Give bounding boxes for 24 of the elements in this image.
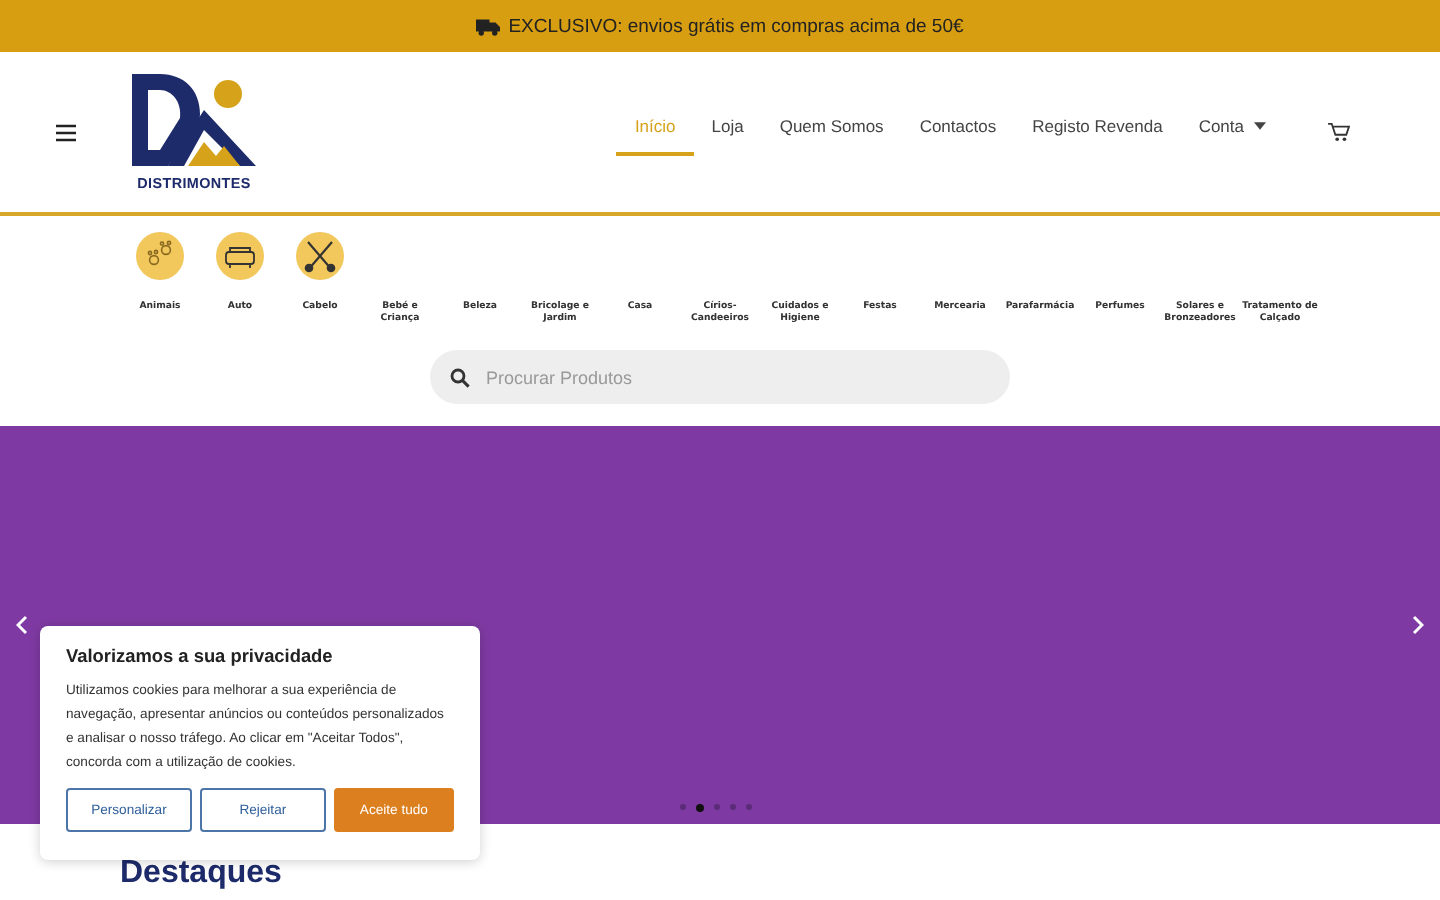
carousel-dot[interactable]	[730, 804, 736, 811]
truck-icon	[476, 17, 501, 35]
caret-icon	[1254, 122, 1266, 130]
nav-link[interactable]: Loja	[693, 108, 762, 156]
nav-link[interactable]: Contactos	[901, 108, 1015, 156]
search-input[interactable]: Procurar Produtos	[482, 365, 990, 390]
carousel-dot[interactable]	[680, 804, 686, 811]
nav-link[interactable]: Conta	[1180, 108, 1284, 156]
section-heading: Destaques	[120, 856, 284, 891]
nav-link[interactable]: Quem Somos	[761, 108, 902, 156]
cart-icon[interactable]	[1328, 122, 1350, 142]
paw-icon[interactable]	[136, 232, 184, 280]
promo-text: EXCLUSIVO: envios grátis em compras acima de 50€	[508, 15, 964, 37]
carousel-dot[interactable]	[696, 803, 704, 812]
menu-icon[interactable]	[56, 123, 76, 141]
search-field[interactable]: Procurar Produtos	[430, 350, 1010, 405]
sofa-icon[interactable]	[216, 232, 264, 280]
carousel-dot[interactable]	[714, 804, 720, 811]
nav-link[interactable]: Registo Revenda	[1014, 108, 1181, 156]
cookie-title: Valorizamos a sua privacidade	[66, 646, 335, 666]
carousel-dot[interactable]	[746, 804, 752, 811]
logo-mark-icon	[132, 73, 256, 165]
search-icon	[450, 367, 470, 388]
scissors-icon[interactable]	[296, 232, 344, 280]
